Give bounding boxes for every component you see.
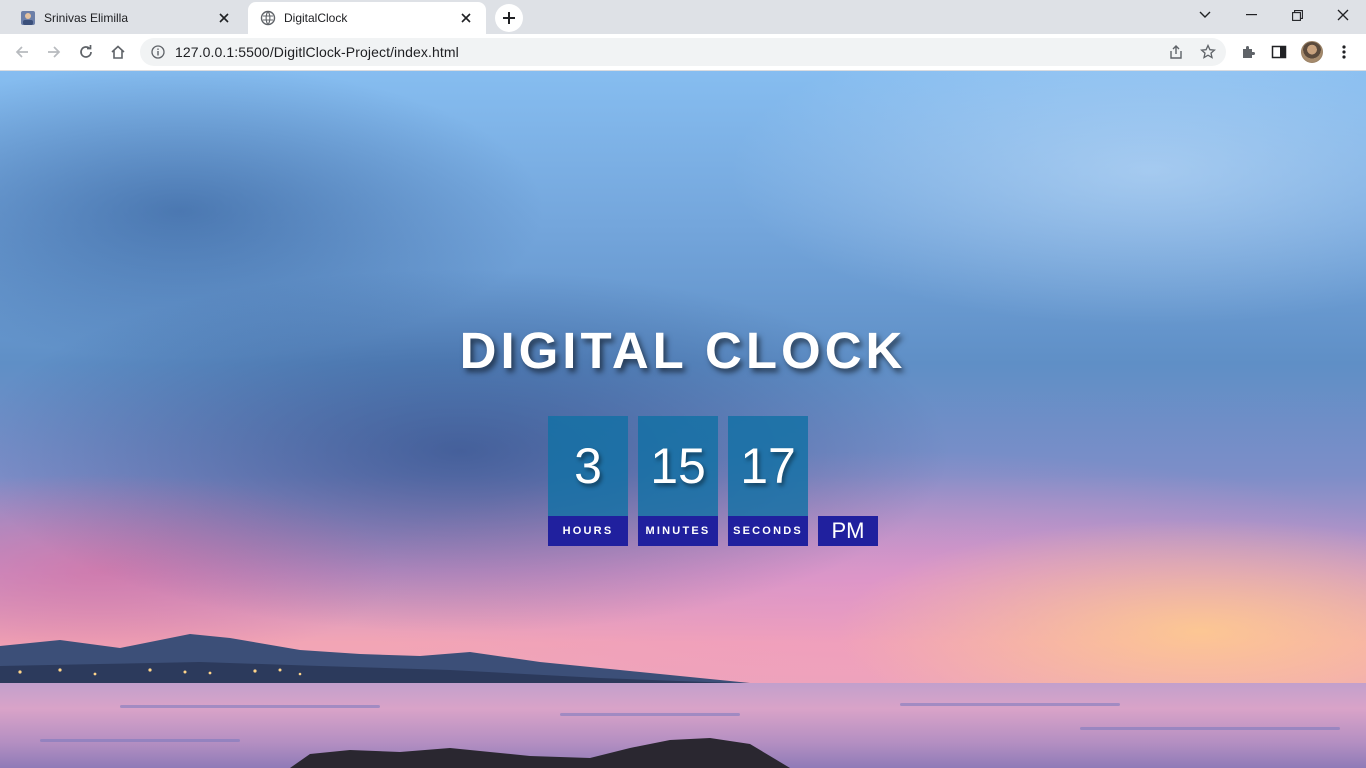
tab-title: Srinivas Elimilla	[44, 11, 129, 25]
tab-strip: Srinivas Elimilla DigitalClock	[0, 0, 1366, 34]
address-bar[interactable]: 127.0.0.1:5500/DigitlClock-Project/index…	[140, 38, 1226, 66]
bookmark-star-icon[interactable]	[1200, 44, 1216, 60]
arrow-left-icon	[15, 46, 28, 58]
restore-icon	[1291, 9, 1303, 21]
minimize-button[interactable]	[1228, 0, 1274, 30]
extensions-button[interactable]	[1234, 38, 1262, 66]
seconds-label: SECONDS	[728, 516, 808, 546]
close-tab-icon[interactable]	[216, 10, 232, 26]
url-text: 127.0.0.1:5500/DigitlClock-Project/index…	[175, 44, 459, 60]
chevron-down-icon	[1199, 11, 1211, 18]
restore-button[interactable]	[1274, 0, 1320, 30]
new-tab-button[interactable]	[495, 4, 523, 32]
minimize-icon	[1245, 14, 1257, 16]
home-button[interactable]	[104, 38, 132, 66]
profile-avatar[interactable]	[1301, 41, 1323, 63]
tab-srinivas-elimilla[interactable]: Srinivas Elimilla	[8, 2, 244, 34]
seconds-value: 17	[728, 416, 808, 516]
minutes-label: MINUTES	[638, 516, 718, 546]
minutes-value: 15	[638, 416, 718, 516]
seconds-unit: 17 SECONDS	[728, 416, 808, 546]
back-button[interactable]	[8, 38, 36, 66]
hours-label: HOURS	[548, 516, 628, 546]
reload-button[interactable]	[72, 38, 100, 66]
page-background: DIGITAL CLOCK 3 HOURS 15 MINUTES 17 SECO…	[0, 71, 1366, 768]
profile-photo-icon	[20, 10, 36, 26]
side-panel-button[interactable]	[1265, 38, 1293, 66]
forward-button[interactable]	[40, 38, 68, 66]
home-icon	[111, 45, 125, 59]
hours-unit: 3 HOURS	[548, 416, 628, 546]
page-title: DIGITAL CLOCK	[459, 322, 907, 379]
minutes-unit: 15 MINUTES	[638, 416, 718, 546]
close-window-button[interactable]	[1320, 0, 1366, 30]
globe-icon	[260, 10, 276, 26]
tab-digitalclock[interactable]: DigitalClock	[248, 2, 486, 34]
plus-icon	[503, 12, 515, 24]
hours-value: 3	[548, 416, 628, 516]
tab-title: DigitalClock	[284, 11, 348, 25]
am-pm-indicator: PM	[818, 516, 878, 546]
tab-search-button[interactable]	[1182, 0, 1228, 30]
puzzle-icon	[1243, 46, 1255, 58]
arrow-right-icon	[48, 46, 61, 58]
site-info-icon[interactable]	[150, 44, 166, 60]
foreground-rocks	[290, 738, 790, 768]
browser-toolbar: 127.0.0.1:5500/DigitlClock-Project/index…	[0, 34, 1366, 71]
side-panel-icon	[1271, 45, 1287, 59]
reload-icon	[80, 45, 92, 58]
more-vert-icon	[1342, 45, 1346, 59]
share-icon[interactable]	[1168, 44, 1184, 60]
close-tab-icon[interactable]	[458, 10, 474, 26]
menu-button[interactable]	[1330, 38, 1358, 66]
close-icon	[1337, 9, 1349, 21]
